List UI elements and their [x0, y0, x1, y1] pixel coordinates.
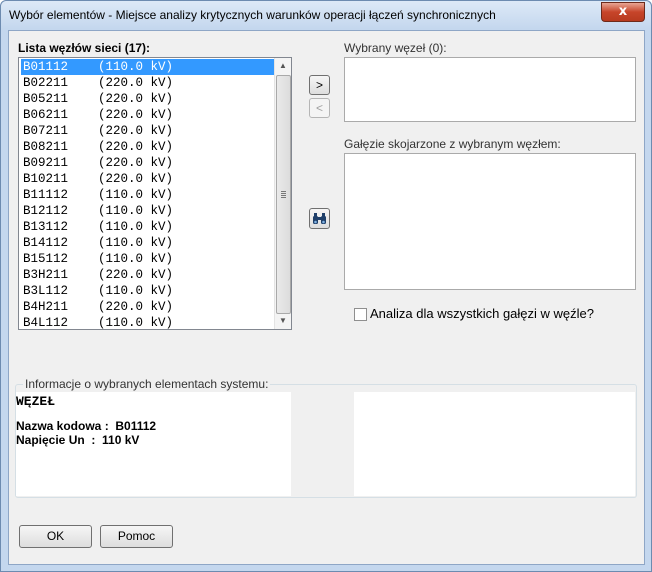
ok-button[interactable]: OK: [19, 525, 92, 548]
help-button[interactable]: Pomoc: [100, 525, 173, 548]
node-code: B3L112: [23, 284, 69, 298]
node-spacer: [68, 188, 98, 202]
node-listbox[interactable]: B01112 (110.0 kV) B02211 (220.0 kV) B05211…: [18, 57, 292, 330]
info-voltage-line: Napięcie Un : 110 kV: [16, 433, 140, 447]
node-list-item[interactable]: B15112 (110.0 kV): [21, 251, 275, 267]
node-spacer: [68, 124, 98, 138]
node-spacer: [68, 108, 98, 122]
node-code: B15112: [23, 252, 69, 266]
node-voltage: (110.0 kV): [98, 204, 174, 218]
node-list-item[interactable]: B05211 (220.0 kV): [21, 91, 275, 107]
node-voltage: (220.0 kV): [98, 140, 174, 154]
node-voltage: (220.0 kV): [98, 92, 174, 106]
node-list-item[interactable]: B11112 (110.0 kV): [21, 187, 275, 203]
info-text-panel: WĘZEŁ Nazwa kodowa : B01112 Napięcie Un …: [16, 392, 291, 496]
node-spacer: [68, 92, 98, 106]
scroll-up-button[interactable]: ▲: [275, 58, 291, 74]
node-voltage: (110.0 kV): [98, 236, 174, 250]
scroll-down-button[interactable]: ▼: [275, 313, 291, 329]
node-list-item[interactable]: B4L112 (110.0 kV): [21, 315, 275, 330]
node-code: B3H211: [23, 268, 69, 282]
info-code-line: Nazwa kodowa : B01112: [16, 419, 157, 433]
node-voltage: (220.0 kV): [98, 268, 174, 282]
node-code: B09211: [23, 156, 69, 170]
node-voltage: (220.0 kV): [98, 76, 174, 90]
remove-node-button[interactable]: <: [309, 98, 330, 118]
node-spacer: [68, 204, 98, 218]
dialog-client-area: Lista węzłów sieci (17): B01112 (110.0 k…: [8, 30, 645, 565]
node-list-label: Lista węzłów sieci (17):: [18, 41, 151, 55]
window-title: Wybór elementów - Miejsce analizy krytyc…: [9, 8, 496, 22]
info-title: WĘZEŁ: [16, 394, 56, 409]
find-button[interactable]: [309, 208, 330, 229]
node-code: B11112: [23, 188, 69, 202]
node-list-item[interactable]: B09211 (220.0 kV): [21, 155, 275, 171]
node-code: B13112: [23, 220, 69, 234]
node-list-item[interactable]: B14112 (110.0 kV): [21, 235, 275, 251]
node-spacer: [68, 76, 98, 90]
node-code: B05211: [23, 92, 69, 106]
info-groupbox-label: Informacje o wybranych elementach system…: [23, 377, 271, 391]
node-list-item[interactable]: B3L112 (110.0 kV): [21, 283, 275, 299]
node-code: B12112: [23, 204, 69, 218]
node-code: B10211: [23, 172, 69, 186]
node-list-item[interactable]: B13112 (110.0 kV): [21, 219, 275, 235]
node-list-item[interactable]: B12112 (110.0 kV): [21, 203, 275, 219]
node-voltage: (110.0 kV): [98, 284, 174, 298]
node-voltage: (110.0 kV): [98, 252, 174, 266]
selected-node-box[interactable]: [344, 57, 636, 122]
node-spacer: [68, 140, 98, 154]
add-node-button[interactable]: >: [309, 75, 330, 95]
node-voltage: (220.0 kV): [98, 172, 174, 186]
node-code: B14112: [23, 236, 69, 250]
node-voltage: (110.0 kV): [98, 188, 174, 202]
node-voltage: (220.0 kV): [98, 108, 174, 122]
node-list-item[interactable]: B08211 (220.0 kV): [21, 139, 275, 155]
node-list-item[interactable]: B01112 (110.0 kV): [21, 59, 275, 75]
binoculars-icon: [313, 213, 326, 224]
node-list-item[interactable]: B3H211 (220.0 kV): [21, 267, 275, 283]
all-branches-checkbox[interactable]: [354, 308, 367, 321]
node-spacer: [68, 252, 98, 266]
branches-label: Gałęzie skojarzone z wybranym węzłem:: [344, 137, 561, 151]
node-code: B06211: [23, 108, 69, 122]
node-voltage: (220.0 kV): [98, 124, 174, 138]
title-bar[interactable]: Wybór elementów - Miejsce analizy krytyc…: [1, 1, 651, 29]
node-code: B02211: [23, 76, 69, 90]
node-voltage: (110.0 kV): [98, 316, 174, 330]
all-branches-label[interactable]: Analiza dla wszystkich gałęzi w węźle?: [370, 306, 594, 321]
node-voltage: (110.0 kV): [98, 60, 174, 74]
node-code: B01112: [23, 60, 69, 74]
close-button[interactable]: x: [601, 2, 645, 22]
scroll-grip-icon: [281, 191, 286, 192]
info-detail-panel: [354, 392, 635, 496]
node-code: B4L112: [23, 316, 69, 330]
node-code: B4H211: [23, 300, 69, 314]
node-voltage: (110.0 kV): [98, 220, 174, 234]
close-icon: x: [618, 4, 628, 19]
dialog-window: Wybór elementów - Miejsce analizy krytyc…: [0, 0, 652, 572]
node-spacer: [68, 60, 98, 74]
branches-box[interactable]: [344, 153, 636, 290]
node-spacer: [68, 268, 98, 282]
node-spacer: [68, 220, 98, 234]
node-spacer: [68, 300, 98, 314]
list-scrollbar[interactable]: ▲ ▼: [274, 58, 291, 329]
node-spacer: [68, 236, 98, 250]
node-list-item[interactable]: B06211 (220.0 kV): [21, 107, 275, 123]
node-voltage: (220.0 kV): [98, 300, 174, 314]
node-list-item[interactable]: B02211 (220.0 kV): [21, 75, 275, 91]
node-spacer: [68, 316, 98, 329]
node-list-item[interactable]: B4H211 (220.0 kV): [21, 299, 275, 315]
selected-node-label: Wybrany węzeł (0):: [344, 41, 447, 55]
node-voltage: (220.0 kV): [98, 156, 174, 170]
node-list-item[interactable]: B10211 (220.0 kV): [21, 171, 275, 187]
node-spacer: [68, 156, 98, 170]
node-spacer: [68, 172, 98, 186]
node-spacer: [68, 284, 98, 298]
node-code: B07211: [23, 124, 69, 138]
node-list-item[interactable]: B07211 (220.0 kV): [21, 123, 275, 139]
node-code: B08211: [23, 140, 69, 154]
scroll-thumb[interactable]: [276, 75, 291, 314]
